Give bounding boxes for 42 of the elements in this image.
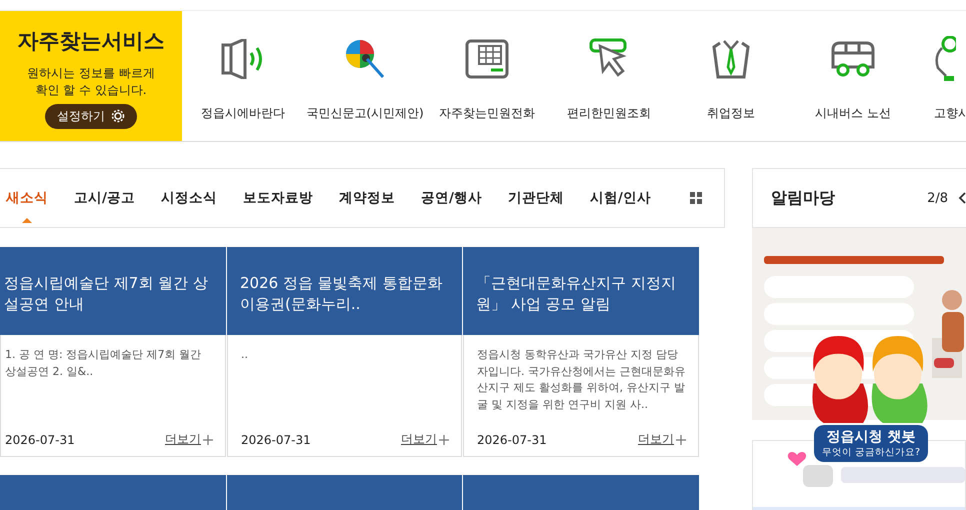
news-tab[interactable]: 고시/공고 <box>74 169 135 227</box>
plus-icon <box>676 434 686 444</box>
settings-button[interactable]: 설정하기 <box>45 104 137 129</box>
bus-icon <box>830 40 876 78</box>
card-date: 2026-07-31 <box>5 432 75 446</box>
card-summary: 정읍시청 동학유산과 국가유산 지정 담당자입니다. 국가유산청에서는 근현대문화유산지구 제도 활성화를 위하여, 유산지구 발굴 및 지정을 위한 연구비 지원 사.. <box>477 347 686 412</box>
card-date: 2026-07-31 <box>477 432 547 446</box>
previous-icon[interactable] <box>958 192 966 204</box>
card-title[interactable]: 정읍시립예술단 제7회 월간 상설공연 안내 <box>0 247 226 335</box>
card-title[interactable]: 2026 정읍 물빛축제 통합문화이용권(문화누리.. <box>227 247 462 335</box>
chatbot-button[interactable]: 정읍시청 챗봇 무엇이 궁금하신가요? <box>814 425 928 462</box>
notice-title: 알림마당 <box>771 188 836 208</box>
news-tab[interactable]: 계약정보 <box>338 169 395 227</box>
card-summary: 1. 공 연 명: 정읍시립예술단 제7회 월간 상설공연 2. 일&.. <box>5 347 202 380</box>
plus-icon <box>203 434 213 444</box>
quick-link[interactable]: 국민신문고(시민제안) <box>304 11 426 141</box>
settings-icon <box>111 109 125 124</box>
quick-link[interactable]: 시내버스 노선 <box>792 11 914 141</box>
card-summary: .. <box>241 347 249 363</box>
quick-link[interactable]: 고향시 <box>914 11 966 141</box>
panel-title: 자주찾는서비스 <box>18 28 164 55</box>
card-title[interactable]: 「근현대문화유산지구 지정지원」 사업 공모 알림 <box>463 247 699 335</box>
more-link[interactable]: 더보기 <box>165 431 213 448</box>
quick-link[interactable]: 자주찾는민원전화 <box>426 11 548 141</box>
page-counter: 2/8 <box>927 190 948 206</box>
shirt-icon <box>712 39 750 79</box>
more-link[interactable]: 더보기 <box>401 431 449 448</box>
news-tab[interactable]: 공연/행사 <box>420 169 482 227</box>
quick-link[interactable]: 취업정보 <box>670 11 792 141</box>
card-date: 2026-07-31 <box>241 432 311 446</box>
panel-description: 원하시는 정보를 빠르게 확인 할 수 있습니다. <box>26 65 156 100</box>
news-tab[interactable]: 새소식 <box>6 169 48 227</box>
quick-link[interactable]: 정읍시에바란다 <box>182 11 304 141</box>
news-tab[interactable]: 보도자료방 <box>242 169 313 227</box>
quick-link[interactable]: 편리한민원조회 <box>548 11 670 141</box>
plus-icon <box>439 434 449 444</box>
news-tab[interactable]: 기관단체 <box>508 169 564 227</box>
more-link[interactable]: 더보기 <box>638 431 686 448</box>
grid-icon[interactable] <box>690 192 702 204</box>
news-tab[interactable]: 시정소식 <box>160 169 217 227</box>
news-tab[interactable]: 시험/인사 <box>590 169 651 227</box>
phone-icon <box>465 39 509 79</box>
